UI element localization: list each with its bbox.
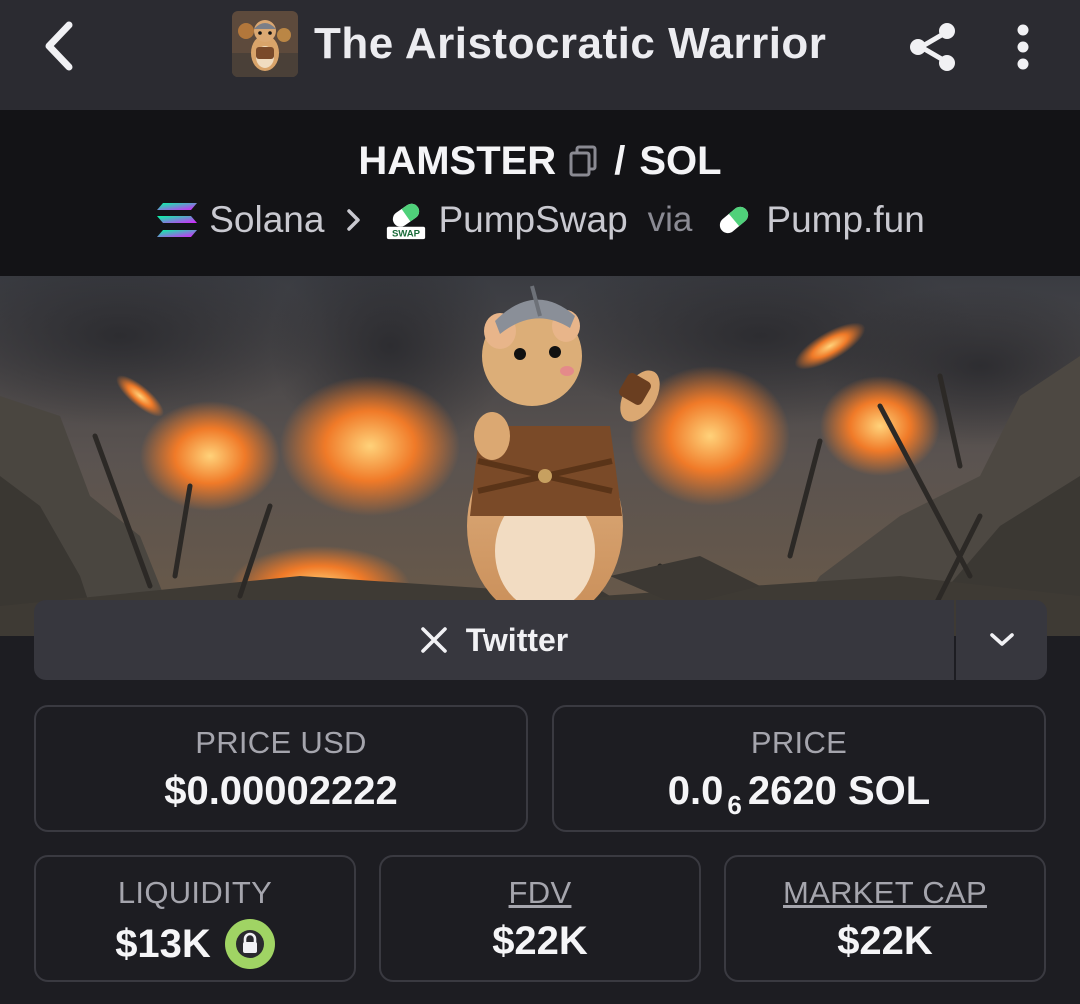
chevron-down-icon <box>989 633 1014 646</box>
back-button[interactable] <box>30 18 86 74</box>
price-native-label: PRICE <box>750 725 848 760</box>
quote-token-symbol: SOL <box>639 138 722 183</box>
dex-link[interactable]: PumpSwap <box>438 199 627 241</box>
price-zero-count: 6 <box>727 790 742 820</box>
price-native-card: PRICE 0.0 6 2620 SOL <box>552 705 1046 832</box>
pumpswap-logo-icon: SWAP <box>384 198 428 242</box>
pair-separator: / <box>614 138 626 183</box>
solana-logo-icon <box>155 198 199 242</box>
price-prefix: 0.0 <box>667 769 724 813</box>
price-suffix: 2620 SOL <box>747 769 931 813</box>
token-header: The Aristocratic Warrior <box>232 11 826 77</box>
fdv-label[interactable]: FDV <box>381 875 699 911</box>
pair-title: HAMSTER / SOL <box>0 136 1080 186</box>
market-cap-label[interactable]: MARKET CAP <box>726 875 1044 911</box>
chevron-left-icon <box>45 21 73 71</box>
copy-icon <box>569 145 597 177</box>
share-icon <box>910 23 955 71</box>
price-usd-label: PRICE USD <box>195 725 367 760</box>
liquidity-value-row: $13K <box>36 919 354 969</box>
x-logo-icon <box>420 625 450 655</box>
pair-info-bar <box>0 110 1080 276</box>
liquidity-lock-button[interactable] <box>224 919 275 969</box>
pumpswap-badge-text: SWAP <box>392 229 421 240</box>
token-avatar <box>232 11 298 77</box>
market-cap-value: $22K <box>837 919 933 963</box>
vertical-dots-icon <box>1017 24 1029 70</box>
chevron-right-icon <box>346 208 362 232</box>
twitter-button[interactable]: Twitter <box>34 600 954 680</box>
base-token-symbol: HAMSTER <box>358 138 557 183</box>
more-links-dropdown[interactable] <box>956 600 1047 680</box>
launchpad-link[interactable]: Pump.fun <box>766 199 924 241</box>
fdv-card: FDV $22K <box>379 855 701 982</box>
price-usd-card: PRICE USD $0.00002222 <box>34 705 528 832</box>
token-banner-image <box>0 276 1080 636</box>
copy-address-button[interactable] <box>566 144 600 178</box>
price-native-value: 0.0 6 2620 SOL <box>554 769 1044 820</box>
page-title: The Aristocratic Warrior <box>314 19 827 68</box>
lock-icon <box>235 930 264 958</box>
share-button[interactable] <box>902 16 964 78</box>
pair-route: Solana SWAP PumpSwap via Pump.fun <box>0 194 1080 246</box>
liquidity-card: LIQUIDITY $13K <box>34 855 356 982</box>
top-bar: The Aristocratic Warrior <box>0 0 1080 110</box>
fdv-value: $22K <box>492 919 588 963</box>
price-usd-value: $0.00002222 <box>164 769 398 813</box>
more-options-button[interactable] <box>1000 16 1046 78</box>
liquidity-value: $13K <box>115 921 211 966</box>
market-cap-card: MARKET CAP $22K <box>724 855 1046 982</box>
twitter-label: Twitter <box>465 621 569 658</box>
chain-link[interactable]: Solana <box>209 199 324 241</box>
pumpfun-logo-icon <box>712 198 756 242</box>
via-label: via <box>647 200 693 239</box>
liquidity-label: LIQUIDITY <box>117 875 273 910</box>
